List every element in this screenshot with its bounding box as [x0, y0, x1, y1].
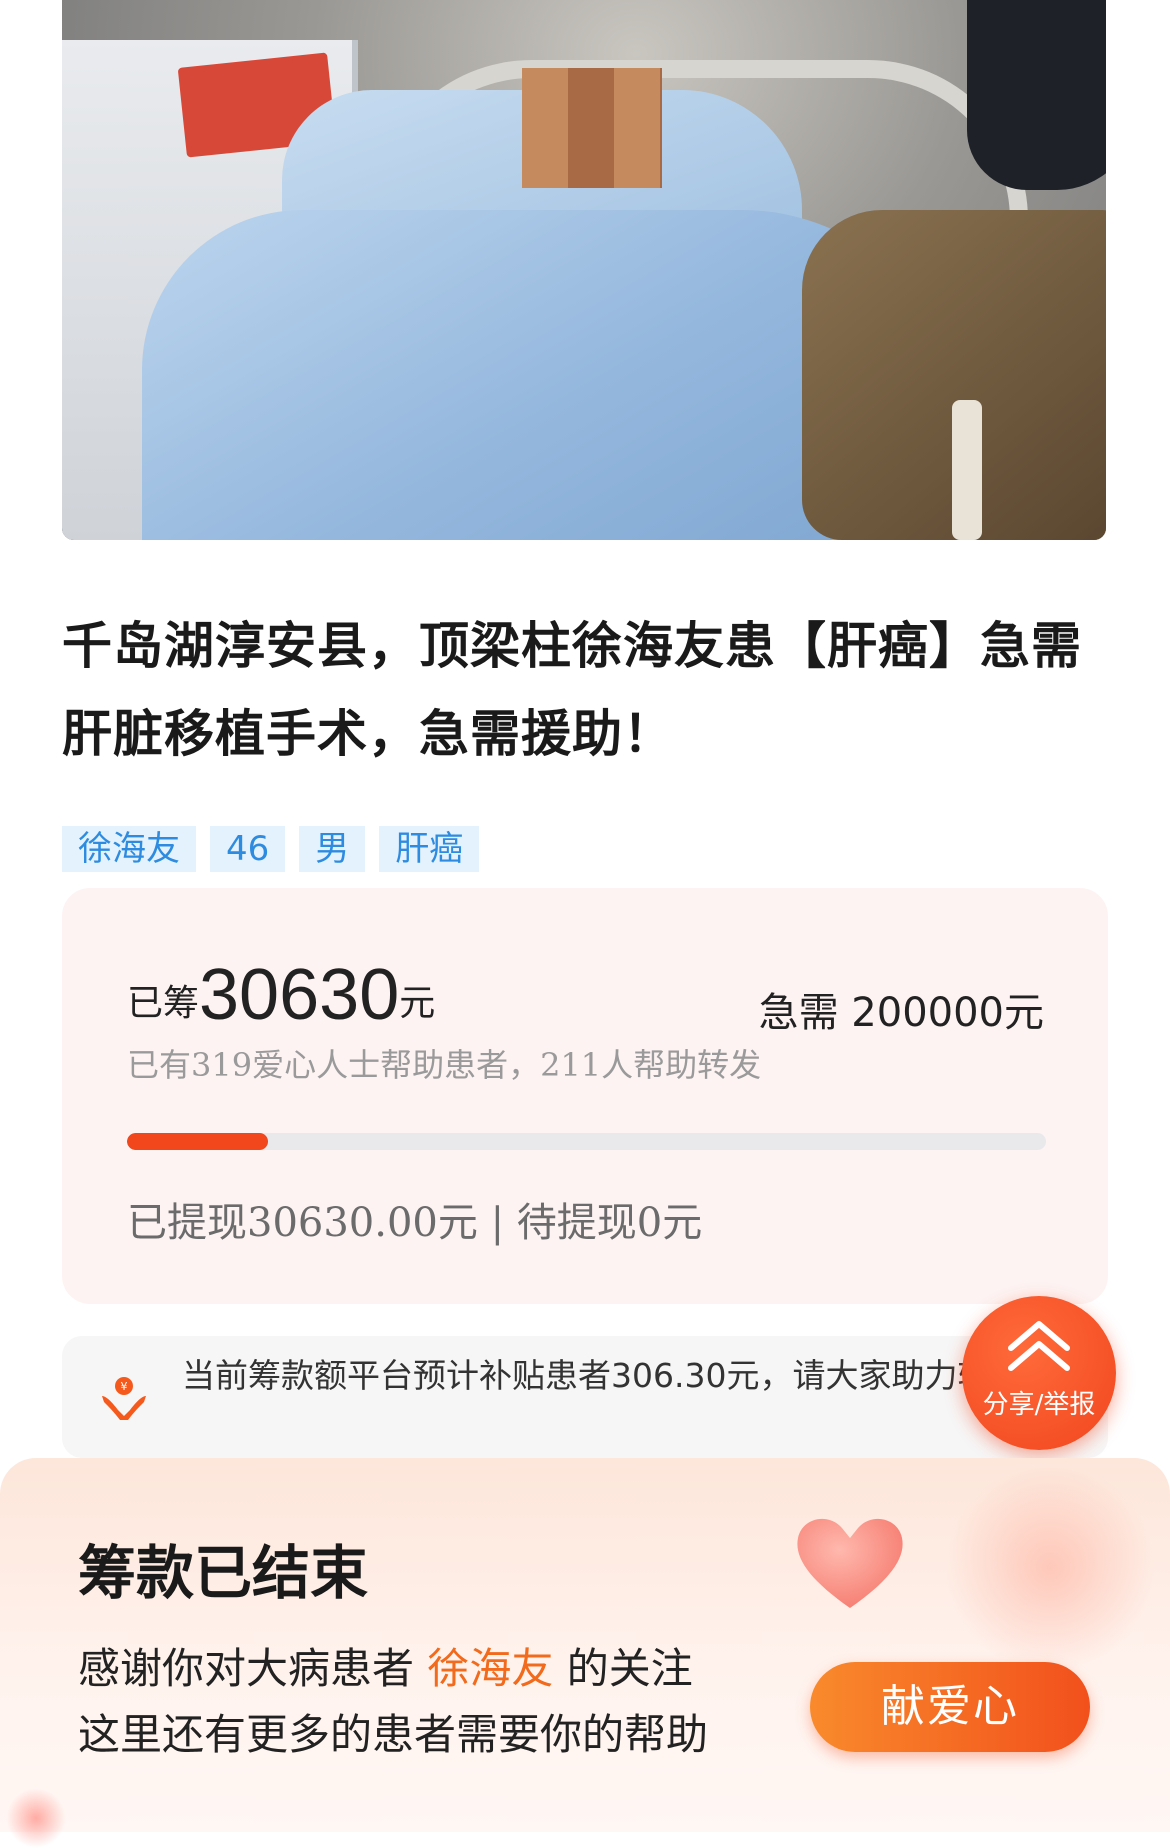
share-report-button[interactable]: 分享/举报 — [962, 1296, 1116, 1450]
funding-card: 已筹30630元 急需 200000元 已有319爱心人士帮助患者，211人帮助… — [62, 888, 1108, 1304]
page-title: 千岛湖淳安县，顶梁柱徐海友患【肝癌】急需肝脏移植手术，急需援助！ — [62, 617, 1082, 763]
raised-unit: 元 — [399, 983, 436, 1024]
donors-count: 已有319爱心人士帮助患者，211人帮助转发 — [127, 1046, 762, 1084]
thanks-text: 感谢你对大病患者 徐海友 的关注 这里还有更多的患者需要你的帮助 — [78, 1636, 758, 1768]
tag-disease: 肝癌 — [379, 826, 480, 872]
fundraising-ended-panel: 筹款已结束 感谢你对大病患者 徐海友 的关注 这里还有更多的患者需要你的帮助 献… — [0, 1458, 1170, 1848]
donate-button[interactable]: 献爱心 — [810, 1662, 1090, 1752]
heart-icon — [797, 1518, 903, 1608]
raised-amount: 已筹30630元 — [127, 954, 435, 1036]
progress-bar — [127, 1133, 1046, 1150]
more-patients-text: 这里还有更多的患者需要你的帮助 — [78, 1710, 709, 1759]
thanks-suffix: 的关注 — [553, 1644, 693, 1693]
svg-text:¥: ¥ — [121, 1380, 128, 1393]
patient-photo[interactable] — [62, 0, 1106, 540]
target-amount: 急需 200000元 — [758, 990, 1044, 1036]
share-report-label: 分享/举报 — [982, 1390, 1096, 1420]
thanks-prefix: 感谢你对大病患者 — [78, 1644, 428, 1693]
chevron-up-icon — [1008, 1321, 1070, 1371]
patient-tags: 徐海友 46 男 肝癌 — [62, 826, 480, 872]
decor-dot — [6, 1788, 66, 1848]
raised-number: 30630 — [199, 955, 400, 1035]
withdraw-status: 已提现30630.00元 | 待提现0元 — [127, 1200, 703, 1246]
tag-age: 46 — [210, 826, 286, 872]
tag-gender: 男 — [299, 826, 366, 872]
notice-text: 当前筹款额平台预计补贴患者306.30元，请大家助力转发！ — [182, 1356, 1057, 1395]
decor-glow — [940, 1468, 1160, 1668]
photo-bed-rail — [952, 400, 982, 540]
photo-mosaic-face — [522, 68, 662, 188]
patient-name-highlight: 徐海友 — [427, 1644, 554, 1693]
tag-name: 徐海友 — [62, 826, 196, 872]
raised-prefix: 已筹 — [127, 983, 200, 1024]
subsidy-notice[interactable]: ¥ 当前筹款额平台预计补贴患者306.30元，请大家助力转发！ — [62, 1336, 1108, 1458]
photo-cap — [967, 0, 1106, 190]
ended-heading: 筹款已结束 — [78, 1539, 369, 1607]
helping-hands-icon: ¥ — [98, 1372, 150, 1424]
progress-fill — [127, 1133, 268, 1150]
